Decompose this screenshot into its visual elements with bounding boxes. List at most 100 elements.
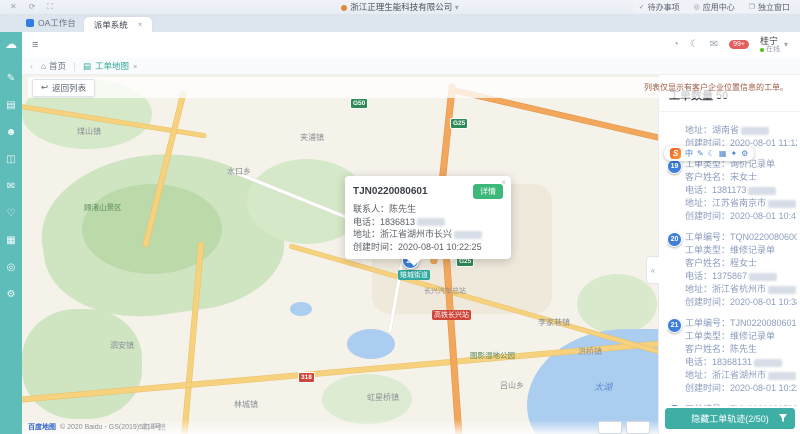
order-field: 电话：1381173	[685, 184, 797, 197]
map-label-town: 虹星桥镇	[367, 392, 399, 403]
order-field: 工单类型：维修记录单	[685, 330, 797, 343]
workorder-list-item[interactable]: 19工单类型：询价记录单客户姓名：宋女士电话：1381173地址：江苏省南京市创…	[667, 158, 797, 223]
chevron-down-icon: ▾	[784, 40, 788, 49]
moon-icon[interactable]: ☾	[708, 150, 715, 158]
edit-icon[interactable]: ✎	[0, 65, 22, 92]
map-label-town: 林城镇	[234, 399, 258, 410]
popup-field-text: 电话：1836813	[353, 217, 415, 227]
workspace-logo-icon	[26, 19, 34, 27]
back-chevron-icon[interactable]: ‹	[30, 61, 33, 71]
road-shield: G25	[450, 118, 468, 129]
map-control-button[interactable]	[626, 421, 650, 434]
small-lake	[290, 302, 312, 316]
return-arrow-icon: ↩	[41, 82, 48, 93]
keyboard-icon[interactable]: ▦	[719, 150, 727, 158]
baidu-logo: 百度地图	[28, 422, 56, 432]
panel-collapse-toggle[interactable]: «	[646, 256, 659, 284]
workorder-list-item[interactable]: 21工单编号：TJN0220080601工单类型：维修记录单客户姓名：陈先生电话…	[667, 317, 797, 395]
message-icon[interactable]: ✉	[710, 39, 718, 50]
order-field-text: 创建时间：2020-08-01 10:47:03	[685, 211, 797, 221]
mail-icon[interactable]: ✉	[0, 173, 22, 200]
moon-icon[interactable]: ☾	[690, 39, 699, 50]
small-lake	[347, 329, 395, 359]
map-label-plate: 雉城街道	[398, 270, 430, 280]
orders-icon[interactable]: ▤	[0, 92, 22, 119]
order-field: 地址：湖南省	[685, 124, 797, 137]
target-icon[interactable]: ◎	[0, 254, 22, 281]
tab-close-icon[interactable]: ×	[138, 20, 143, 29]
popup-field: 电话：1836813	[353, 216, 503, 229]
titlebar-menu-label: 独立窗口	[758, 2, 790, 13]
breadcrumb: ‹ ⌂ 首页 ▤ 工单地图 ×	[22, 58, 800, 75]
order-field: 地址：浙江省湖州市	[685, 369, 797, 382]
order-field-text: 客户姓名：宋女士	[685, 172, 757, 182]
workorder-list[interactable]: 地址：湖南省创建时间：2020-08-01 11:12:1819工单类型：询价记…	[667, 124, 797, 406]
park-area	[22, 309, 142, 419]
chinese-mode-icon[interactable]: 中	[685, 150, 693, 158]
titlebar-menu-app-center[interactable]: ◎应用中心	[694, 2, 735, 13]
redacted-text	[754, 359, 782, 367]
map-canvas[interactable]: 煤山镇夹浦镇水口乡顾渚山景区长兴县李家巷镇洪桥镇吕山乡虹星桥镇林城镇泗安镇和平镇…	[22, 74, 658, 434]
hide-track-button[interactable]: 隐藏工单轨迹(2/50)	[665, 408, 795, 429]
map-control-button[interactable]	[598, 421, 622, 434]
order-field-text: 工单类型：维修记录单	[685, 245, 775, 255]
order-field-text: 客户姓名：程女士	[685, 258, 757, 268]
titlebar-menu-label: 待办事项	[648, 2, 680, 13]
map-label-station: 高铁长兴站	[432, 310, 471, 320]
popup-close-icon[interactable]: ×	[501, 178, 506, 187]
workorder-list-item[interactable]: 22工单编号：TYN0220080599工单类型：安装记录单客户姓名：朱先生电话…	[667, 403, 797, 406]
order-marker-pin: 21	[667, 318, 682, 333]
sidebar-icon-list: ✎▤☻◫✉♡▦◎⚙	[0, 65, 22, 308]
breadcrumb-tab-close-icon[interactable]: ×	[133, 62, 137, 71]
order-field: 电话：1375867	[685, 270, 797, 283]
park-area	[577, 274, 657, 334]
order-field-text: 电话：18368131	[685, 357, 752, 367]
clock-icon[interactable]: ◔	[673, 39, 679, 50]
breadcrumb-home[interactable]: ⌂ 首页	[41, 60, 66, 72]
map-label-town: 李家巷镇	[538, 317, 570, 328]
titlebar-menu-todo[interactable]: ✓待办事项	[639, 2, 680, 13]
order-field: 工单编号：TYN0220080599	[685, 403, 797, 406]
order-field: 地址：浙江省杭州市	[685, 283, 797, 296]
company-caret-icon[interactable]: ▾	[455, 3, 459, 12]
order-field-text: 客户姓名：陈先生	[685, 344, 757, 354]
workorder-list-item[interactable]: 20工单编号：TQN0220080600工单类型：维修记录单客户姓名：程女士电话…	[667, 231, 797, 309]
star-icon[interactable]: ✦	[730, 150, 737, 158]
workspace-switcher[interactable]: OA工作台	[26, 17, 76, 29]
order-field: 客户姓名：宋女士	[685, 171, 797, 184]
wrench-icon[interactable]: ⚙	[741, 150, 748, 158]
company-logo-icon	[341, 5, 347, 11]
titlebar-menu-standalone-window[interactable]: ❐独立窗口	[749, 2, 790, 13]
popup-detail-button[interactable]: 详情	[473, 184, 503, 199]
ime-toolbar[interactable]: S 中 ✎ ☾ ▦✦ ⚙	[664, 146, 754, 161]
popup-field-text: 联系人：陈先生	[353, 204, 416, 214]
tab-dispatch-system[interactable]: 派单系统 ×	[84, 17, 153, 32]
popup-field: 联系人：陈先生	[353, 203, 503, 216]
breadcrumb-home-label: 首页	[49, 60, 66, 72]
breadcrumb-tab-workorder-map[interactable]: ▤ 工单地图 ×	[83, 60, 137, 72]
user-menu[interactable]: 桂宁 在线 ▾	[760, 36, 788, 54]
titlebar-menu: ✓待办事项 ◎应用中心 ❐独立窗口	[633, 2, 790, 13]
return-to-list-button[interactable]: ↩ 返回列表	[32, 79, 95, 97]
order-marker-pin: 19	[667, 159, 682, 174]
app-center-icon: ◎	[694, 3, 700, 11]
popup-field-text: 创建时间：2020-08-01 10:22:25	[353, 242, 482, 252]
favorites-icon[interactable]: ♡	[0, 200, 22, 227]
archive-icon[interactable]: ▦	[0, 227, 22, 254]
map-notice-text: 列表仅显示有客户企业位置信息的工单。	[644, 82, 788, 93]
order-field: 创建时间：2020-08-01 10:22:25	[685, 382, 797, 395]
order-field-text: 创建时间：2020-08-01 10:22:25	[685, 383, 797, 393]
redacted-text	[748, 187, 776, 195]
menu-collapse-icon[interactable]: ≡	[32, 39, 38, 51]
app-header: ≡ ◔ ☾ ✉ 99+ 桂宁 在线 ▾	[22, 32, 800, 59]
notification-badge[interactable]: 99+	[729, 40, 749, 49]
tab-label: 派单系统	[94, 19, 128, 31]
settings-icon[interactable]: ⚙	[0, 281, 22, 308]
customers-icon[interactable]: ☻	[0, 119, 22, 146]
order-field: 客户姓名：程女士	[685, 257, 797, 270]
org-icon[interactable]: ◫	[0, 146, 22, 173]
pen-icon[interactable]: ✎	[697, 150, 704, 158]
breadcrumb-separator	[74, 62, 75, 71]
popup-field: 地址：浙江省湖州市长兴	[353, 228, 503, 241]
sogou-logo-icon: S	[670, 148, 681, 159]
